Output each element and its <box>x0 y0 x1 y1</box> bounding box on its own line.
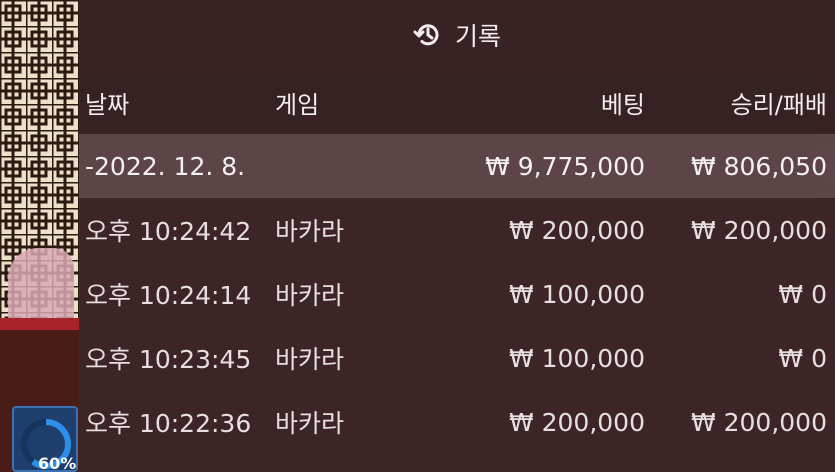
row-result: ₩ 0 <box>778 343 827 373</box>
row-bet: ₩ 100,000 <box>508 279 645 309</box>
row-bet: ₩ 200,000 <box>508 215 645 245</box>
row-result: ₩ 200,000 <box>690 215 827 245</box>
panel-title: 기록 <box>454 22 501 51</box>
table-row[interactable]: 오후 10:23:45 바카라 ₩ 100,000 ₩ 0 <box>79 326 835 390</box>
table-row[interactable]: 오후 10:24:14 바카라 ₩ 100,000 ₩ 0 <box>79 262 835 326</box>
date-group-result-total: ₩ 806,050 <box>690 151 827 181</box>
column-bet: 베팅 <box>600 90 645 119</box>
date-group-row[interactable]: -2022. 12. 8. ₩ 9,775,000 ₩ 806,050 <box>79 134 835 198</box>
history-icon <box>413 20 443 50</box>
column-date: 날짜 <box>85 90 130 119</box>
table-header: 날짜 게임 베팅 승리/패배 <box>79 70 835 134</box>
row-bet: ₩ 100,000 <box>508 343 645 373</box>
row-time: 오후 10:22:36 <box>85 409 252 438</box>
date-group-bet-total: ₩ 9,775,000 <box>485 151 645 181</box>
date-group-label: -2022. 12. 8. <box>85 151 246 181</box>
progress-percent: 60% <box>38 454 77 472</box>
game-screen: 60% 기록 날짜 게임 베팅 승리/패배 -2022. 12. 8. ₩ 9, <box>0 0 835 472</box>
row-game: 바카라 <box>275 217 345 246</box>
history-panel: 기록 날짜 게임 베팅 승리/패배 -2022. 12. 8. ₩ 9,775,… <box>79 0 835 472</box>
column-game: 게임 <box>275 90 320 119</box>
row-game: 바카라 <box>275 409 345 438</box>
table-row[interactable]: 오후 10:24:42 바카라 ₩ 200,000 ₩ 200,000 <box>79 198 835 262</box>
row-bet: ₩ 200,000 <box>508 407 645 437</box>
column-result: 승리/패배 <box>730 90 827 119</box>
row-time: 오후 10:24:42 <box>85 217 252 246</box>
row-game: 바카라 <box>275 281 345 310</box>
background-lattice-screen: 60% <box>0 0 80 472</box>
row-result: ₩ 200,000 <box>690 407 827 437</box>
row-result: ₩ 0 <box>778 279 827 309</box>
table-row[interactable]: 오후 10:22:36 바카라 ₩ 200,000 ₩ 200,000 <box>79 390 835 454</box>
row-game: 바카라 <box>275 345 345 374</box>
dealer-figure <box>8 248 74 326</box>
panel-header: 기록 <box>79 0 835 70</box>
row-time: 오후 10:24:14 <box>85 281 252 310</box>
row-time: 오후 10:23:45 <box>85 345 252 374</box>
progress-widget[interactable]: 60% <box>12 406 78 472</box>
